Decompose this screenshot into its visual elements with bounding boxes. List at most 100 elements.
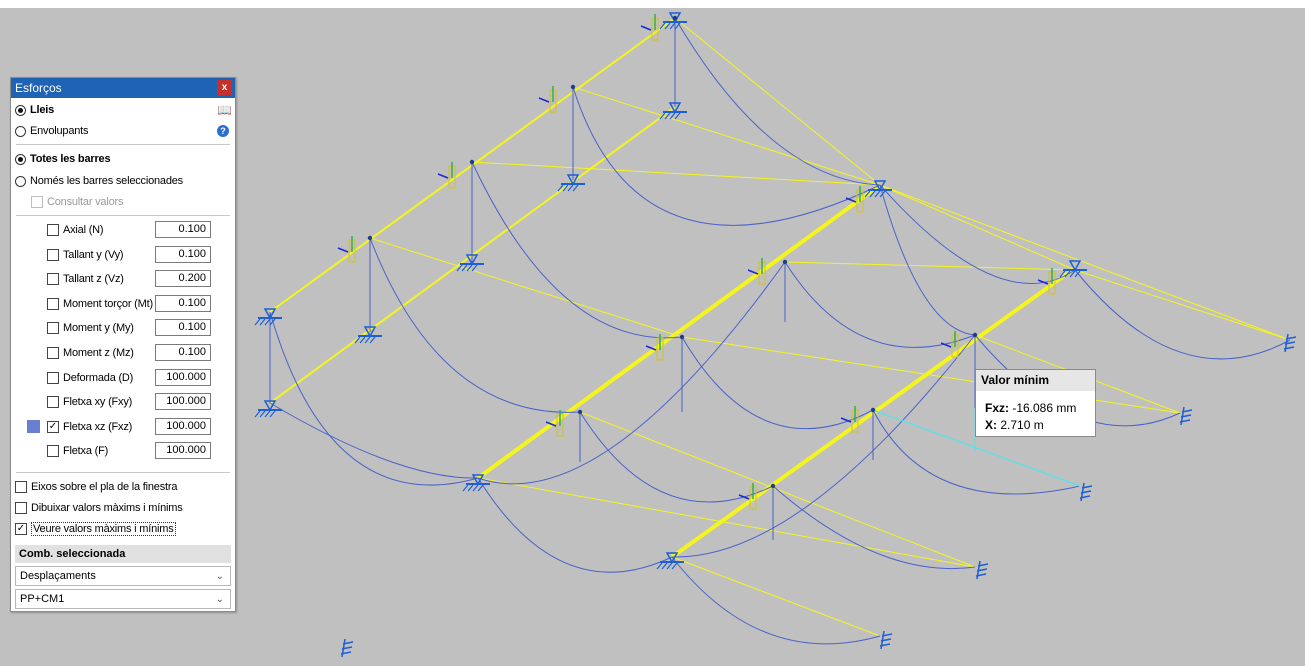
effort-checkbox[interactable] — [47, 297, 59, 310]
support-icon — [254, 410, 261, 418]
support-icon — [264, 410, 271, 418]
support-icon — [369, 336, 376, 344]
support-icon — [1079, 482, 1093, 502]
scale-input[interactable]: 100.000 — [155, 442, 211, 460]
veure-checkbox[interactable]: ✓ Veure valors màxims i mínims — [15, 520, 176, 538]
radio-envolupants[interactable]: Envolupants — [15, 122, 89, 140]
effort-item[interactable]: Moment y (My) — [47, 319, 134, 337]
beam — [477, 477, 976, 568]
combo-combination[interactable]: PP+CM1 ⌄ — [15, 589, 231, 609]
effort-checkbox[interactable] — [47, 371, 59, 384]
support-icon — [874, 190, 881, 198]
beam — [879, 184, 1291, 341]
eixos-box[interactable] — [15, 481, 27, 493]
scale-input[interactable]: 0.100 — [155, 221, 211, 238]
scale-input[interactable]: 0.100 — [155, 245, 211, 263]
effort-label: Tallant z (Vz) — [63, 273, 124, 286]
esforcos-panel: Esforços x Lleis 📖 Envolupants ? Totes l… — [10, 77, 236, 612]
scale-input[interactable]: 100.000 — [155, 368, 211, 386]
close-button[interactable]: x — [217, 80, 232, 95]
deflection-curve — [579, 411, 774, 503]
radio-lleis[interactable]: Lleis — [15, 101, 54, 119]
effort-checkbox[interactable] — [47, 396, 59, 409]
effort-item[interactable]: Moment torçor (Mt) — [47, 295, 153, 313]
support-icon — [669, 112, 676, 120]
scale-input[interactable]: 100.000 — [155, 393, 211, 411]
effort-item[interactable]: Fletxa xy (Fxy) — [47, 393, 132, 411]
load-marker — [337, 247, 349, 253]
deflection-curve — [572, 86, 881, 226]
effort-checkbox[interactable] — [47, 445, 59, 458]
book-icon[interactable]: 📖 — [217, 104, 232, 116]
effort-label: Axial (N) — [63, 224, 104, 236]
dibuixar-checkbox[interactable]: Dibuixar valors màxims i mínims — [15, 499, 183, 517]
support-icon — [975, 560, 989, 580]
node — [570, 84, 576, 90]
effort-item[interactable]: Moment z (Mz) — [47, 344, 134, 362]
load-marker — [437, 173, 449, 179]
veure-box[interactable]: ✓ — [15, 523, 27, 535]
panel-titlebar[interactable]: Esforços x — [11, 78, 235, 98]
scale-input[interactable]: 0.100 — [155, 294, 211, 312]
radio-lleis-label: Lleis — [30, 104, 55, 116]
help-icon[interactable]: ? — [217, 125, 229, 137]
deflection-curve — [471, 161, 683, 339]
support-icon — [340, 638, 354, 658]
effort-checkbox[interactable]: ✓ — [47, 420, 59, 433]
effort-item[interactable]: Tallant z (Vz) — [47, 270, 124, 288]
effort-item[interactable]: ✓ Fletxa xz (Fxz) — [47, 418, 132, 436]
deflection-curve — [477, 261, 786, 485]
effort-item[interactable]: Tallant y (Vy) — [47, 246, 124, 264]
radio-totes-barres[interactable]: Totes les barres — [15, 150, 111, 168]
effort-item[interactable]: Fletxa (F) — [47, 442, 108, 460]
dibuixar-box[interactable] — [15, 502, 27, 514]
effort-checkbox[interactable] — [47, 248, 59, 261]
radio-nomes-indicator[interactable] — [15, 175, 26, 187]
divider — [16, 472, 230, 473]
tooltip-fxz-key: Fxz: — [985, 401, 1009, 415]
chevron-down-icon: ⌄ — [215, 594, 224, 605]
support-icon — [656, 562, 663, 570]
effort-label: Fletxa xz (Fxz) — [63, 420, 133, 433]
radio-envolupants-label: Envolupants — [30, 125, 89, 137]
support-icon — [1074, 270, 1081, 278]
scale-input[interactable]: 100.000 — [155, 417, 211, 435]
min-value-tooltip: Valor mínim Fxz: -16.086 mm X: 2.710 m — [975, 369, 1096, 437]
support-icon — [472, 484, 479, 492]
veure-label: Veure valors màxims i mínims — [31, 522, 176, 536]
effort-checkbox[interactable] — [47, 224, 59, 236]
radio-totes-indicator[interactable] — [15, 153, 26, 165]
node — [577, 409, 583, 415]
consultar-valors-checkbox: Consultar valors — [31, 193, 123, 211]
dibuixar-label: Dibuixar valors màxims i mínims — [31, 502, 183, 514]
radio-lleis-indicator[interactable] — [15, 104, 26, 116]
color-swatch[interactable] — [27, 419, 40, 433]
effort-checkbox[interactable] — [47, 273, 59, 286]
radio-nomes-seleccionades[interactable]: Només les barres seleccionades — [15, 172, 183, 190]
combo-desplacaments[interactable]: Desplaçaments ⌄ — [15, 566, 231, 586]
beam — [784, 261, 1076, 271]
effort-checkbox[interactable] — [47, 322, 59, 335]
support-icon — [666, 562, 673, 570]
support-icon — [674, 112, 681, 120]
scale-input[interactable]: 0.100 — [155, 319, 211, 337]
beam — [681, 336, 1181, 414]
deflection-curve — [477, 477, 673, 573]
deflection-curve — [1074, 269, 1291, 360]
divider — [16, 144, 230, 145]
effort-item[interactable]: Deformada (D) — [47, 369, 133, 387]
support-icon — [567, 184, 574, 192]
panel-title: Esforços — [15, 81, 62, 95]
scale-input[interactable]: 0.100 — [155, 344, 211, 361]
effort-checkbox[interactable] — [47, 347, 59, 359]
support-icon — [471, 264, 478, 272]
scale-input[interactable]: 0.200 — [155, 270, 211, 288]
deflection-curve — [784, 261, 976, 348]
effort-item[interactable]: Axial (N) — [47, 221, 104, 239]
node — [782, 259, 788, 265]
node — [672, 15, 678, 21]
eixos-checkbox[interactable]: Eixos sobre el pla de la finestra — [15, 478, 177, 496]
effort-label: Tallant y (Vy) — [63, 248, 124, 261]
radio-envolupants-indicator[interactable] — [15, 125, 26, 137]
load-marker — [845, 197, 857, 203]
